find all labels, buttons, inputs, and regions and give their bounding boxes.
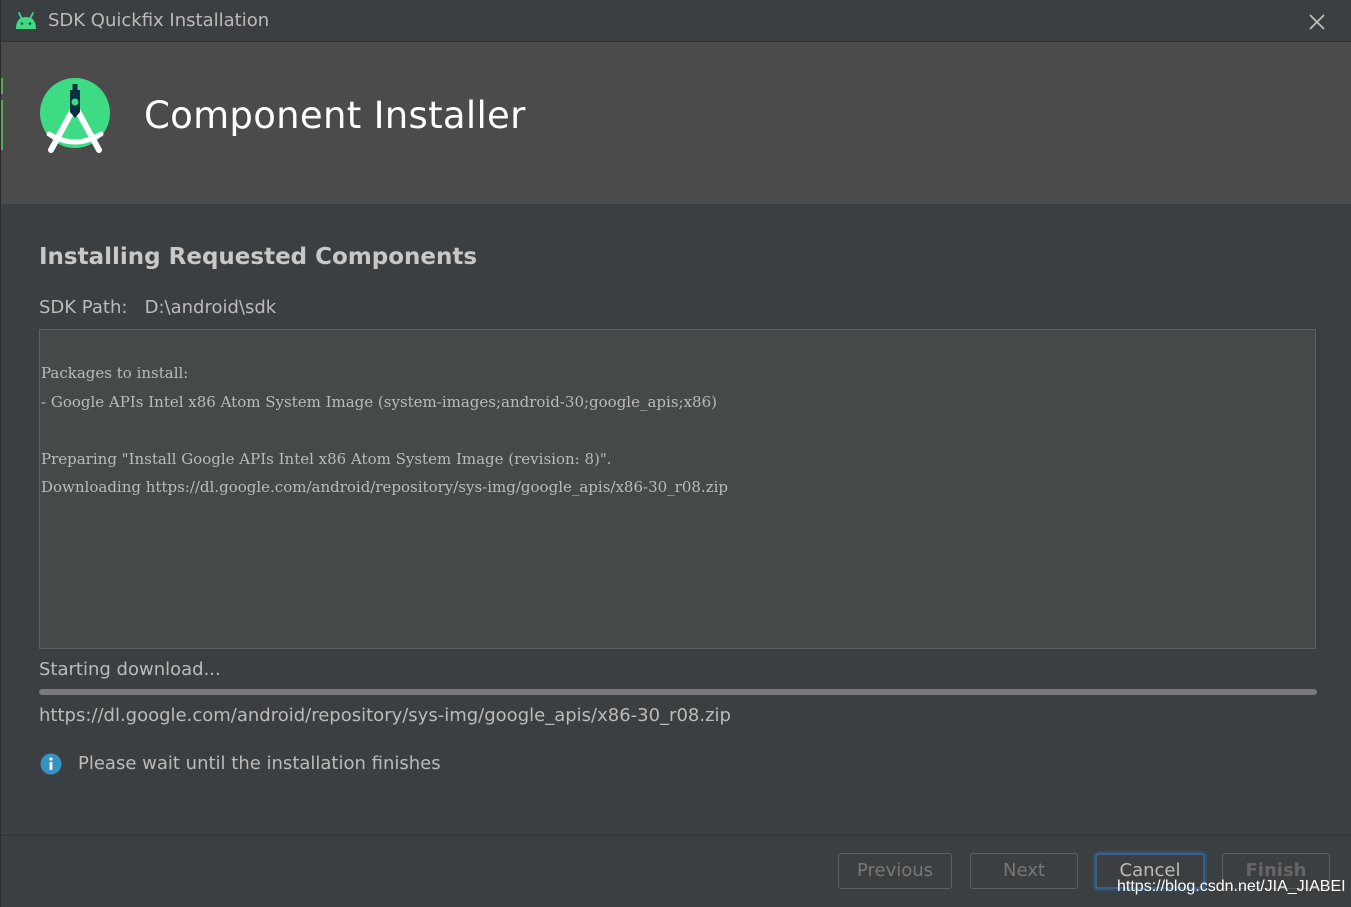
edge-marker — [1, 100, 3, 150]
close-icon[interactable] — [1301, 6, 1331, 36]
previous-button[interactable]: Previous — [838, 853, 952, 889]
download-url: https://dl.google.com/android/repository… — [39, 705, 731, 726]
log-line: - Google APIs Intel x86 Atom System Imag… — [41, 393, 717, 411]
window-title: SDK Quickfix Installation — [48, 10, 270, 31]
sdk-path-value: D:\android\sdk — [144, 297, 277, 318]
log-line: Packages to install: — [41, 364, 189, 382]
download-progress-bar — [39, 689, 1317, 695]
installer-window: SDK Quickfix Installation Component Inst… — [0, 0, 1351, 907]
header-banner: Component Installer — [1, 42, 1351, 204]
banner-title: Component Installer — [144, 94, 526, 137]
section-heading: Installing Requested Components — [39, 244, 478, 270]
title-bar: SDK Quickfix Installation — [1, 0, 1351, 42]
info-message: Please wait until the installation finis… — [78, 753, 441, 774]
android-robot-icon — [13, 11, 39, 31]
install-log[interactable]: Packages to install: - Google APIs Intel… — [39, 329, 1316, 649]
next-button[interactable]: Next — [970, 853, 1078, 889]
android-studio-logo-icon — [37, 76, 113, 156]
log-line: Downloading https://dl.google.com/androi… — [41, 478, 728, 496]
log-line: Preparing "Install Google APIs Intel x86… — [41, 450, 612, 468]
sdk-path-row: SDK Path: D:\android\sdk — [39, 296, 276, 320]
info-icon — [40, 753, 62, 775]
sdk-path-label: SDK Path: — [39, 297, 128, 318]
edge-marker — [1, 78, 3, 94]
status-text: Starting download... — [39, 659, 221, 680]
watermark-text: https://blog.csdn.net/JIA_JIABEI — [1117, 878, 1346, 895]
